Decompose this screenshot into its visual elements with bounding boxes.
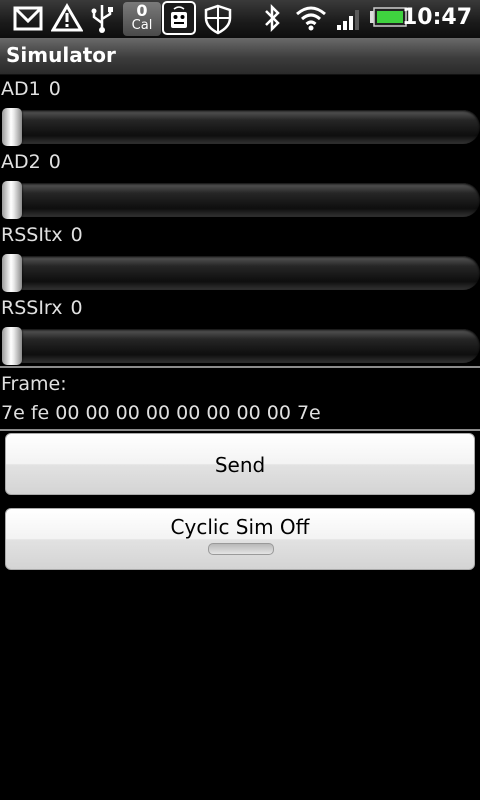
wifi-icon — [294, 3, 328, 35]
warning-icon — [51, 3, 83, 35]
cyclic-sim-toggle[interactable]: Cyclic Sim Off — [5, 508, 475, 570]
slider-name: RSSIrx — [1, 297, 63, 319]
slider-label-ad2: AD2 0 — [1, 151, 61, 173]
frame-label: Frame: — [1, 373, 67, 395]
slider-value: 0 — [70, 224, 83, 246]
cal-label: Cal — [131, 18, 153, 33]
slider-name: RSSItx — [1, 224, 63, 246]
status-bar: 0 Cal 10:47 — [0, 0, 480, 38]
title-bar: Simulator — [0, 38, 480, 75]
slider-label-ad1: AD1 0 — [1, 78, 61, 100]
slider-track — [2, 256, 480, 290]
slider-label-rssirx: RSSIrx 0 — [1, 297, 83, 319]
slider-ad1[interactable] — [0, 108, 480, 146]
cal-count: 0 — [136, 1, 148, 20]
toggle-indicator — [208, 543, 274, 555]
send-button[interactable]: Send — [5, 433, 475, 495]
clock: 10:47 — [401, 5, 472, 30]
shield-icon — [203, 3, 233, 35]
slider-name: AD2 — [1, 151, 41, 173]
bluetooth-icon — [262, 3, 282, 35]
slider-value: 0 — [70, 297, 83, 319]
slider-name: AD1 — [1, 78, 41, 100]
page-title: Simulator — [6, 43, 116, 67]
slider-thumb[interactable] — [2, 254, 22, 292]
slider-label-rssitx: RSSItx 0 — [1, 224, 83, 246]
slider-value: 0 — [48, 78, 61, 100]
divider — [0, 429, 480, 431]
slider-track — [2, 329, 480, 363]
slider-rssirx[interactable] — [0, 327, 480, 365]
slider-thumb[interactable] — [2, 108, 22, 146]
divider — [0, 366, 480, 368]
gmail-icon — [12, 3, 44, 35]
frame-value: 7e fe 00 00 00 00 00 00 00 00 7e — [1, 402, 321, 424]
slider-ad2[interactable] — [0, 181, 480, 219]
usb-icon — [89, 3, 115, 35]
slider-rssitx[interactable] — [0, 254, 480, 292]
calendar-counter-icon: 0 Cal — [123, 2, 161, 36]
slider-track — [2, 110, 480, 144]
cyclic-sim-label: Cyclic Sim Off — [170, 515, 310, 539]
slider-value: 0 — [48, 151, 61, 173]
slider-thumb[interactable] — [2, 327, 22, 365]
signal-icon — [334, 3, 364, 35]
slider-thumb[interactable] — [2, 181, 22, 219]
slider-track — [2, 183, 480, 217]
remote-control-icon — [162, 1, 196, 35]
